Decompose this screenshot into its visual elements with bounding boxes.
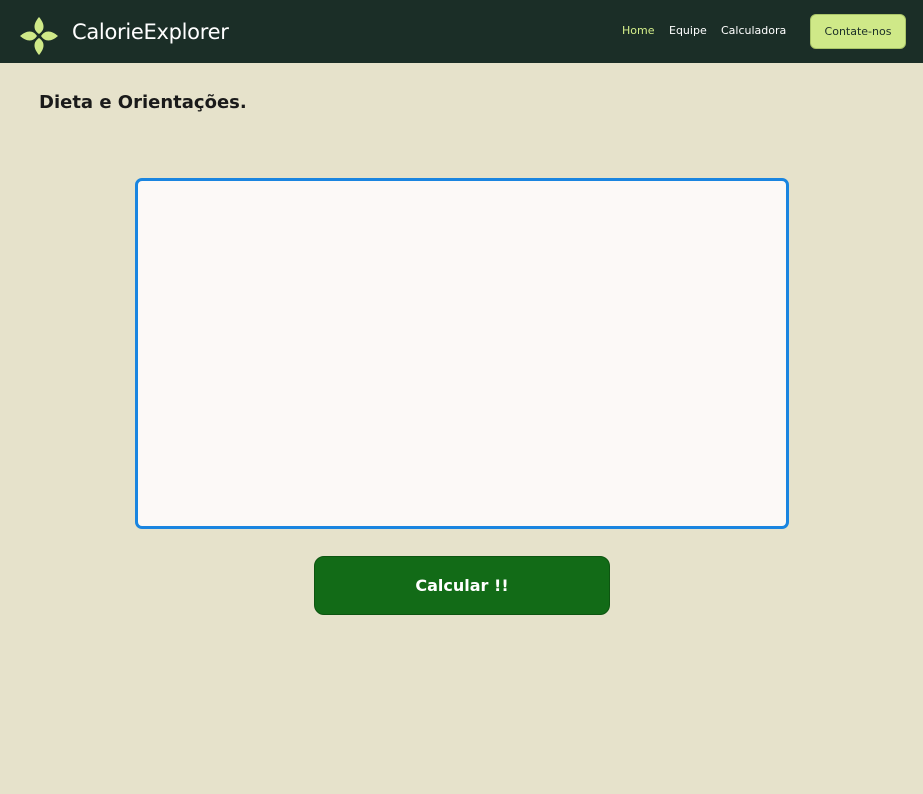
nav-link-calculadora[interactable]: Calculadora [721,24,786,37]
nav-link-equipe[interactable]: Equipe [669,24,707,37]
diet-text-area[interactable] [135,178,789,529]
calculate-button[interactable]: Calcular !! [314,556,610,615]
navbar: CalorieExplorer Home Equipe Calculadora … [0,0,923,63]
brand-name[interactable]: CalorieExplorer [72,20,229,44]
page: CalorieExplorer Home Equipe Calculadora … [0,0,923,794]
nav-link-home[interactable]: Home [622,24,654,37]
contact-button[interactable]: Contate-nos [810,14,906,49]
page-title: Dieta e Orientações. [39,92,247,113]
four-leaf-logo-icon[interactable] [19,16,59,56]
